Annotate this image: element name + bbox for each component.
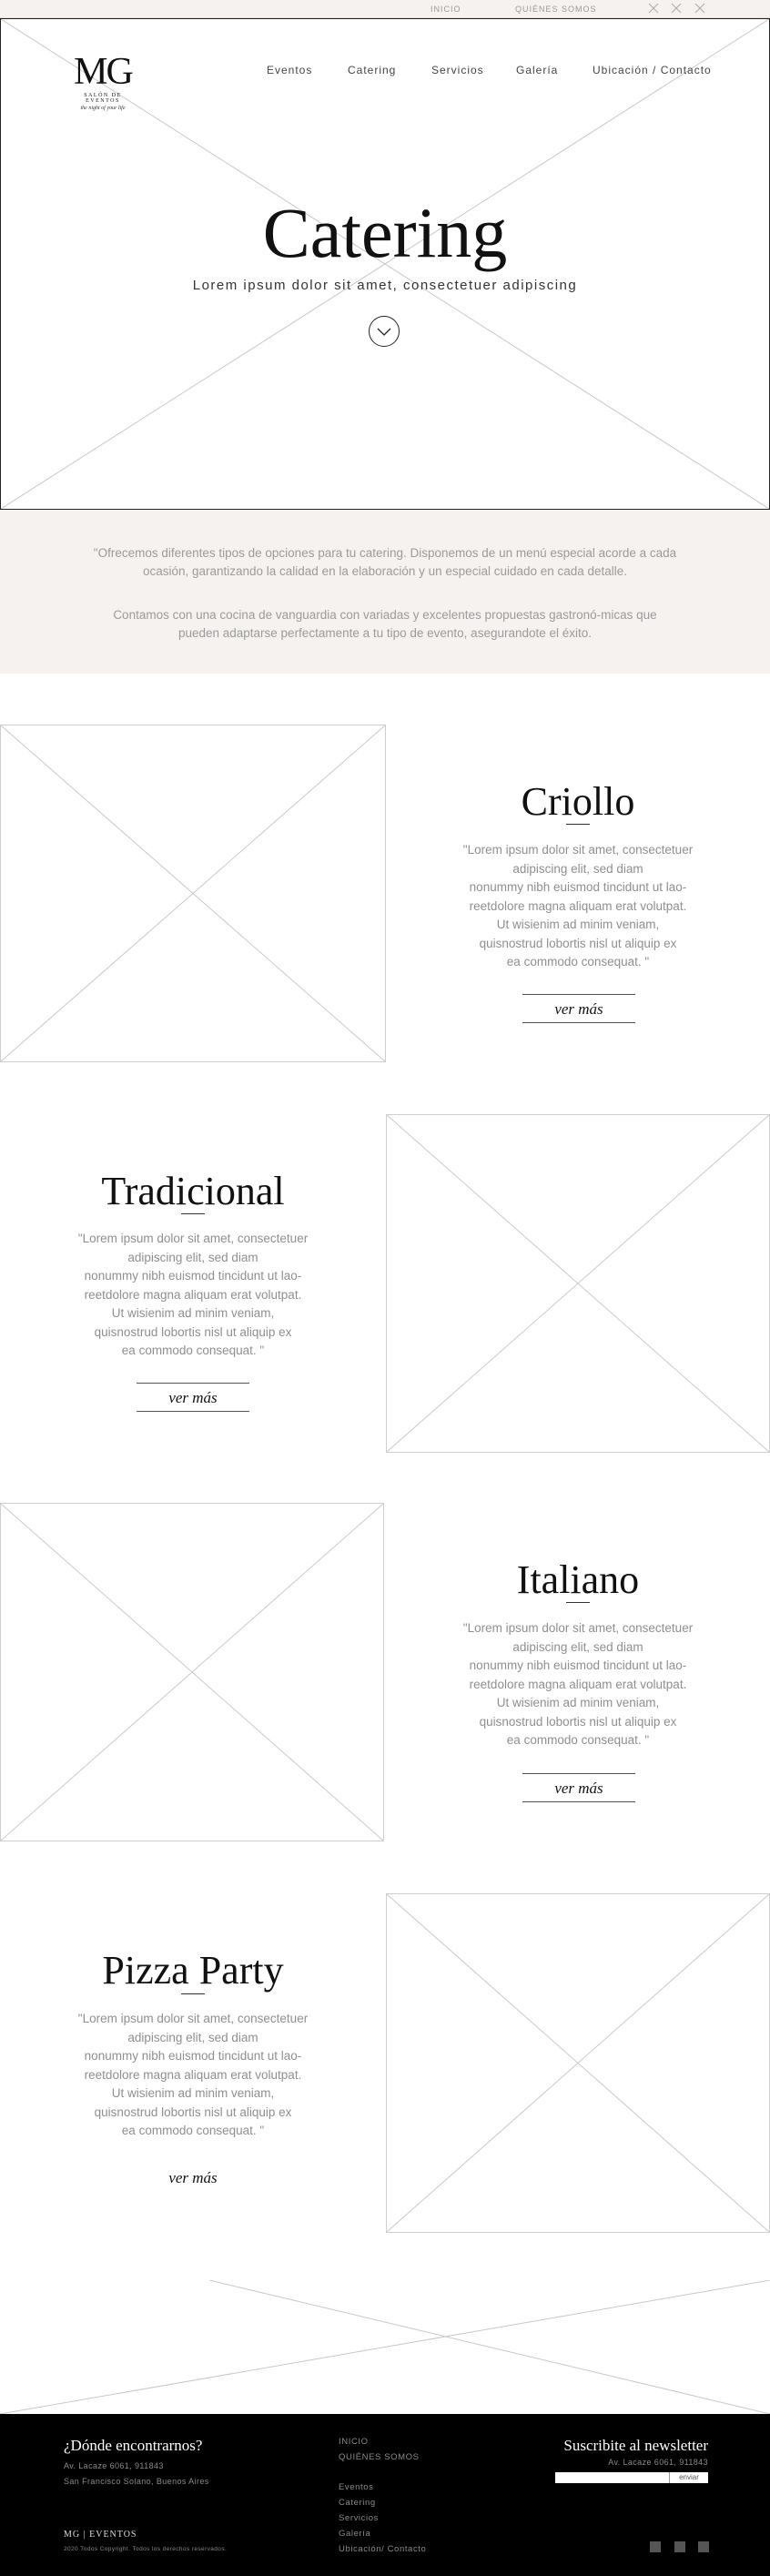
nav-item-servicios[interactable]: Servicios xyxy=(431,64,484,76)
section-text: "Lorem ipsum dolor sit amet, consectetue… xyxy=(462,843,694,969)
social-icon[interactable] xyxy=(671,2,682,14)
section-title: Criollo xyxy=(521,779,635,824)
footer-link-catering[interactable]: Catering xyxy=(339,2498,376,2508)
intro-paragraph: Contamos con una cocina de vanguardia co… xyxy=(113,608,657,640)
top-utility-bar: INICIO QUIÉNES SOMOS xyxy=(0,0,770,18)
hero-subtitle: Lorem ipsum dolor sit amet, consectetuer… xyxy=(192,278,578,293)
nav-item-ubicacion-contacto[interactable]: Ubicación / Contacto xyxy=(593,64,712,76)
banner-image-placeholder xyxy=(0,2280,770,2414)
footer-link-servicios[interactable]: Servicios xyxy=(339,2513,379,2523)
newsletter-submit-button[interactable]: enviar xyxy=(669,2472,708,2483)
footer-link-eventos[interactable]: Eventos xyxy=(339,2482,374,2492)
nav-item-catering[interactable]: Catering xyxy=(348,64,396,76)
section-title: Italiano xyxy=(516,1557,640,1602)
social-icon[interactable] xyxy=(648,2,659,14)
image-placeholder xyxy=(0,725,386,1062)
ver-mas-button[interactable]: ver más xyxy=(137,2164,249,2193)
image-placeholder xyxy=(0,1503,384,1841)
site-logo[interactable]: MG SALÓN DE EVENTOS the night of your li… xyxy=(66,53,139,111)
footer-link-inicio[interactable]: INICIO xyxy=(339,2437,369,2447)
page-title: Catering xyxy=(262,193,508,272)
ver-mas-button[interactable]: ver más xyxy=(522,994,635,1023)
section-text: "Lorem ipsum dolor sit amet, consectetue… xyxy=(462,1621,694,1747)
section-title: Tradicional xyxy=(101,1169,285,1213)
social-icon[interactable] xyxy=(698,2541,709,2552)
footer-link-quienes-somos[interactable]: QUIÉNES SOMOS xyxy=(339,2452,420,2462)
copyright-text: 2020 Todos Copyright. Todos los derechos… xyxy=(64,2546,228,2552)
section-title: Pizza Party xyxy=(102,1948,284,1993)
footer-logo[interactable]: MG | EVENTOS xyxy=(64,2530,137,2540)
newsletter-title: Suscribite al newsletter xyxy=(563,2437,708,2454)
section-text: "Lorem ipsum dolor sit amet, consectetue… xyxy=(77,2012,309,2137)
title-divider xyxy=(566,824,590,825)
ver-mas-button[interactable]: ver más xyxy=(137,1383,249,1412)
intro-section: "Ofrecemos diferentes tipos de opciones … xyxy=(0,510,770,674)
image-placeholder xyxy=(386,1114,770,1453)
section-text: "Lorem ipsum dolor sit amet, consectetue… xyxy=(77,1232,309,1357)
title-divider xyxy=(181,1213,205,1214)
ver-mas-button[interactable]: ver más xyxy=(522,1773,635,1802)
social-icon[interactable] xyxy=(694,2,705,14)
footer-where-title: ¿Dónde encontrarnos? xyxy=(64,2437,203,2454)
footer-link-ubicacion-contacto[interactable]: Ubicación/ Contacto xyxy=(339,2544,426,2554)
footer-address: San Francisco Solano, Buenos Aires xyxy=(64,2477,209,2486)
nav-item-galeria[interactable]: Galería xyxy=(516,64,558,76)
top-link-inicio[interactable]: INICIO xyxy=(431,5,461,14)
social-icon[interactable] xyxy=(650,2541,661,2552)
footer-address: Av. Lacaze 6061, 911843 xyxy=(64,2461,164,2470)
newsletter-address: Av. Lacaze 6061, 911843 xyxy=(608,2458,708,2467)
social-icon[interactable] xyxy=(674,2541,685,2552)
footer-link-galeria[interactable]: Galería xyxy=(339,2529,370,2539)
nav-item-eventos[interactable]: Eventos xyxy=(267,64,312,76)
top-link-quienes-somos[interactable]: QUIÉNES SOMOS xyxy=(515,5,597,14)
intro-paragraph: "Ofrecemos diferentes tipos de opciones … xyxy=(93,546,677,578)
scroll-down-button[interactable] xyxy=(369,316,400,347)
chevron-down-icon xyxy=(377,328,391,336)
title-divider xyxy=(566,1602,590,1603)
title-divider xyxy=(181,1993,205,1994)
image-placeholder xyxy=(386,1893,770,2233)
